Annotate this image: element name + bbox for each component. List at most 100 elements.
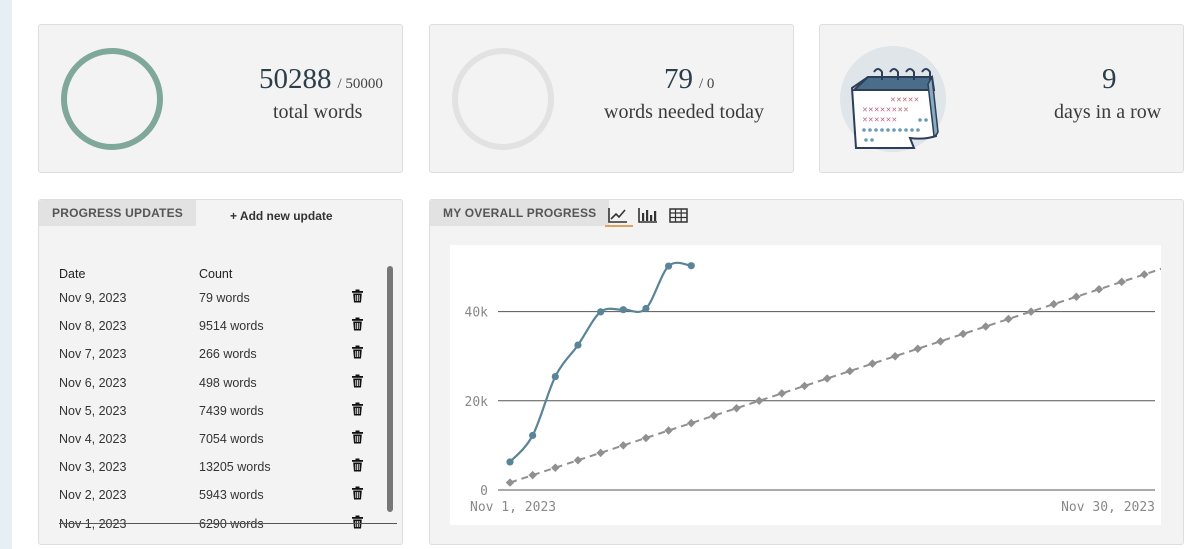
y-tick-label: 40k — [465, 306, 489, 321]
row-count: 9514 words — [199, 319, 264, 334]
target-point — [709, 411, 719, 420]
row-date: Nov 9, 2023 — [59, 291, 127, 305]
target-point — [754, 396, 764, 406]
svg-text:✕✕✕✕✕: ✕✕✕✕✕ — [890, 96, 919, 104]
chart-area: 0 20k 40k Nov 1, 2023 Nov 30, 2023 — [450, 245, 1172, 525]
overall-progress-tab: MY OVERALL PROGRESS — [430, 200, 610, 226]
target-point — [777, 389, 787, 398]
table-row: Nov 5, 2023 7439 words — [59, 402, 369, 432]
trash-icon[interactable] — [351, 515, 364, 529]
target-point — [619, 441, 628, 450]
target-point — [845, 366, 855, 376]
target-point — [1004, 314, 1013, 324]
actual-point — [551, 372, 559, 381]
count-column-header: Count — [199, 267, 233, 281]
target-point — [890, 351, 900, 361]
updates-scrollbar[interactable] — [387, 266, 393, 512]
x-end-label: Nov 30, 2023 — [1061, 500, 1155, 515]
streak-value: 9 — [1102, 63, 1117, 95]
actual-point — [529, 431, 537, 440]
overall-progress-panel: MY OVERALL PROGRESS 0 20k 40k Nov 1, 2023 No… — [429, 199, 1184, 545]
add-new-update-button[interactable]: + Add new update — [230, 209, 333, 223]
trash-icon[interactable] — [351, 317, 364, 331]
streak-label: days in a row — [1054, 101, 1162, 123]
target-point — [573, 456, 583, 465]
trash-icon[interactable] — [351, 345, 364, 359]
row-count: 7054 words — [199, 432, 264, 446]
target-point — [1072, 292, 1081, 301]
trash-icon[interactable] — [351, 430, 364, 444]
total-words-goal: / 50000 — [337, 76, 383, 92]
row-date: Nov 3, 2023 — [59, 460, 127, 475]
target-point — [505, 478, 515, 487]
target-point — [1140, 270, 1149, 279]
words-needed-value: 79/ 0 — [664, 63, 715, 95]
table-row: Nov 4, 2023 7054 words — [59, 430, 369, 460]
trash-icon[interactable] — [351, 486, 364, 500]
trash-icon[interactable] — [351, 374, 364, 388]
bar-chart-icon[interactable] — [637, 206, 659, 224]
row-date: Nov 2, 2023 — [59, 488, 127, 503]
svg-text:✕✕✕✕✕✕✕✕: ✕✕✕✕✕✕✕✕ — [862, 106, 909, 114]
target-point — [596, 448, 605, 458]
target-point — [1026, 307, 1036, 316]
trash-icon[interactable] — [351, 458, 364, 472]
target-point — [732, 403, 741, 413]
target-point — [936, 337, 945, 346]
words-needed-card: 79/ 0 words needed today — [429, 24, 794, 173]
row-date: Nov 7, 2023 — [59, 347, 127, 362]
table-row: Nov 8, 2023 9514 words — [59, 317, 369, 347]
row-date: Nov 8, 2023 — [59, 319, 127, 334]
y-tick-label: 0 — [480, 484, 488, 499]
target-point — [958, 329, 968, 339]
progress-updates-panel: PROGRESS UPDATES + Add new update Date C… — [38, 199, 403, 545]
table-icon[interactable] — [668, 206, 690, 224]
today-progress-ring — [452, 48, 554, 150]
actual-point — [664, 262, 673, 270]
total-words-card: 50288/ 50000 total words — [38, 24, 403, 173]
actual-point — [642, 304, 650, 313]
target-point — [664, 426, 673, 435]
active-view-indicator — [605, 225, 633, 227]
row-count: 79 words — [199, 291, 250, 305]
row-count: 498 words — [199, 375, 257, 390]
line-chart-icon[interactable] — [607, 206, 629, 224]
table-row: Nov 7, 2023 266 words — [59, 345, 369, 375]
table-bottom-rule — [59, 523, 397, 524]
row-count: 7439 words — [199, 403, 264, 418]
date-column-header: Date — [59, 267, 86, 281]
total-words-label: total words — [273, 101, 363, 123]
progress-line-chart: 0 20k 40k Nov 1, 2023 Nov 30, 2023 — [465, 261, 1172, 515]
actual-point — [506, 458, 514, 466]
row-count: 13205 words — [199, 460, 271, 475]
target-point — [1094, 285, 1104, 294]
row-date: Nov 5, 2023 — [59, 403, 127, 418]
total-progress-ring — [61, 48, 163, 150]
target-point — [551, 463, 560, 472]
trash-icon[interactable] — [351, 289, 364, 303]
target-point — [1117, 277, 1126, 287]
target-point — [868, 359, 877, 368]
table-row: Nov 2, 2023 5943 words — [59, 486, 369, 516]
table-row: Nov 6, 2023 498 words — [59, 374, 369, 404]
words-needed-goal: / 0 — [699, 76, 715, 92]
actual-point — [597, 308, 605, 316]
target-point — [528, 470, 537, 480]
total-words-value: 50288/ 50000 — [259, 63, 383, 95]
target-point — [1049, 299, 1058, 309]
progress-updates-tab: PROGRESS UPDATES — [39, 200, 196, 226]
row-date: Nov 4, 2023 — [59, 432, 127, 446]
target-point — [800, 381, 809, 391]
target-point — [822, 374, 832, 383]
target-point — [981, 322, 991, 331]
words-needed-label: words needed today — [604, 101, 764, 123]
row-count: 266 words — [199, 347, 257, 362]
target-point — [686, 418, 696, 428]
target-series-line — [509, 266, 1168, 484]
trash-icon[interactable] — [351, 402, 364, 416]
actual-point — [687, 262, 695, 270]
streak-card: ✕✕✕✕✕ ✕✕✕✕✕✕✕✕ ✕✕✕✕✕✕ 9 days in a row — [819, 24, 1184, 173]
row-date: Nov 6, 2023 — [59, 375, 127, 390]
y-tick-label: 20k — [465, 395, 489, 410]
table-row: Nov 3, 2023 13205 words — [59, 458, 369, 488]
